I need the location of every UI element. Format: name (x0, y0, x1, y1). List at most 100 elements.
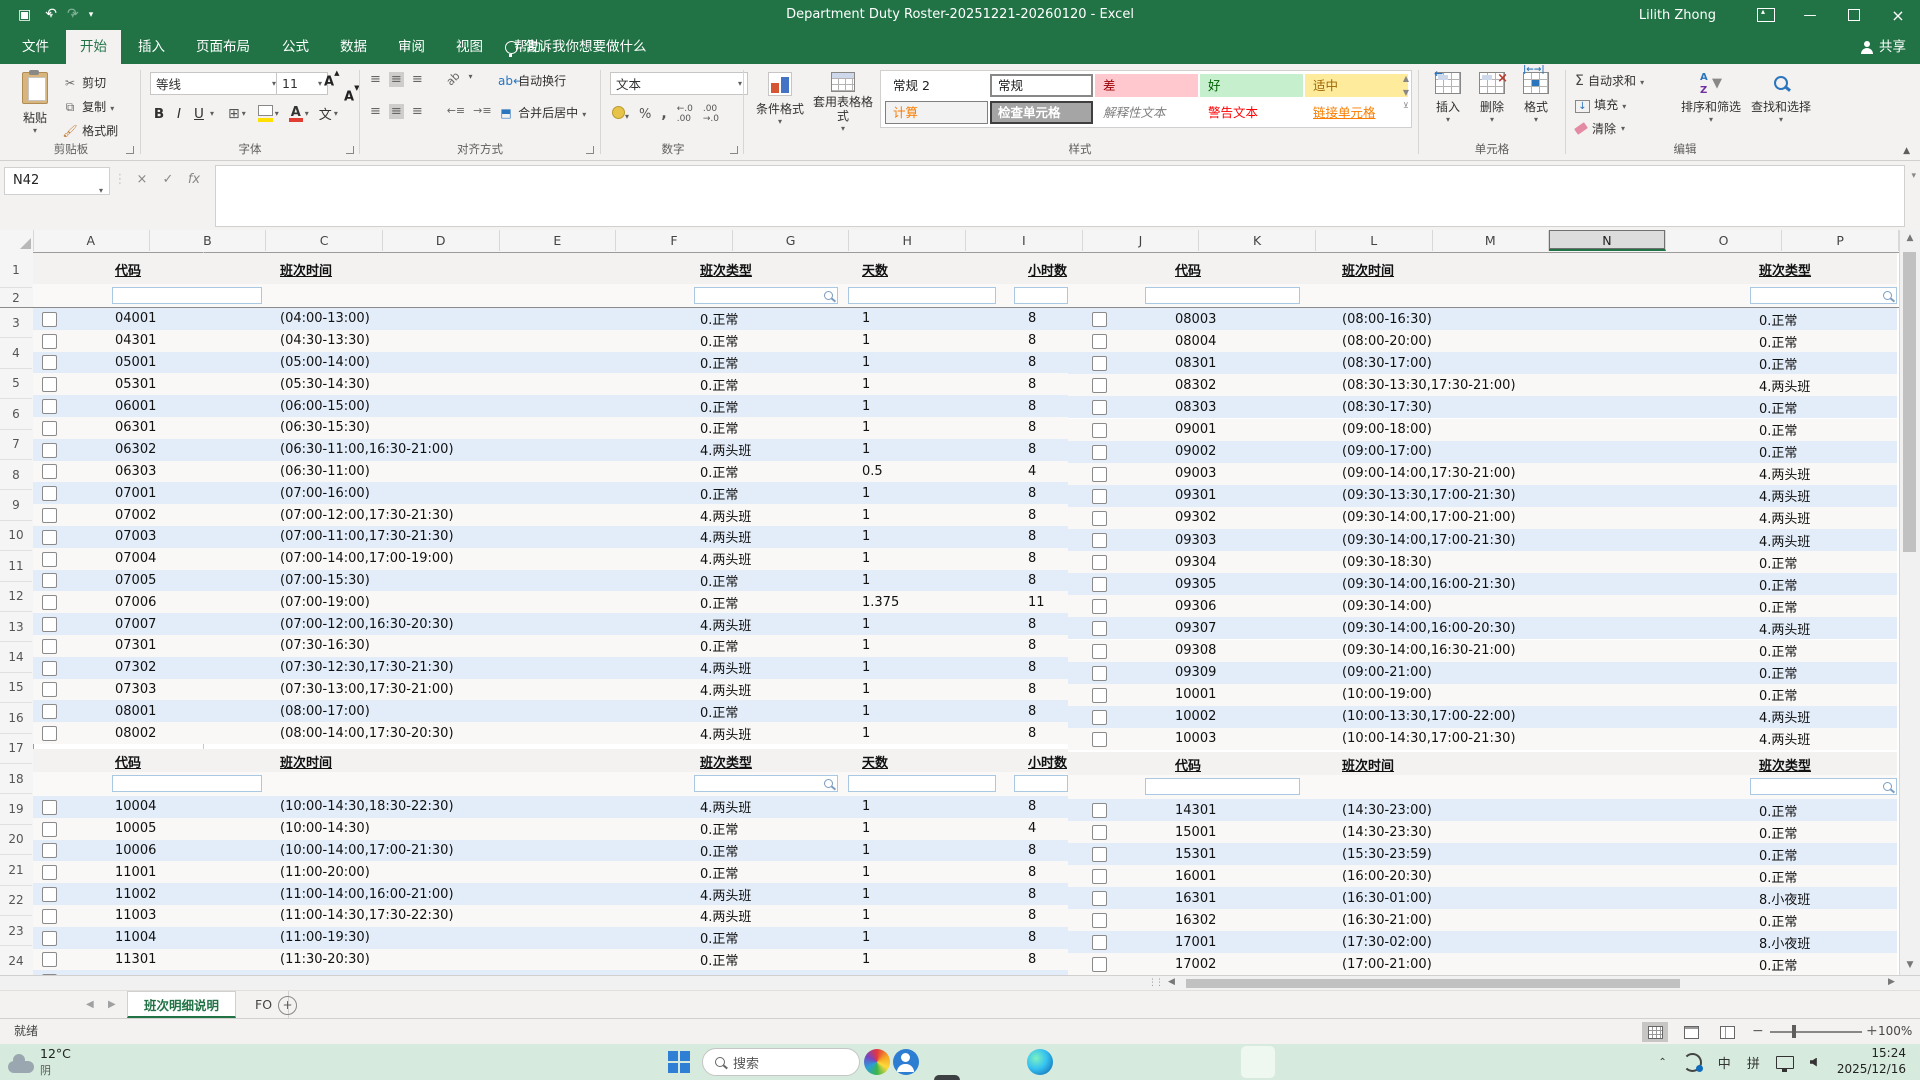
row-header-4[interactable]: 4 (0, 338, 32, 368)
row-checkbox[interactable] (42, 865, 57, 880)
row-header-22[interactable]: 22 (0, 886, 32, 916)
font-size-combo[interactable]: 11▾ (276, 72, 328, 95)
weather-widget[interactable]: 12°C阴 (8, 1046, 71, 1080)
row-header-13[interactable]: 13 (0, 612, 32, 642)
row-checkbox[interactable] (1092, 577, 1107, 592)
share-button[interactable]: 共享 (1861, 30, 1906, 64)
row-checkbox[interactable] (1092, 732, 1107, 747)
underline-button[interactable]: U (190, 106, 208, 122)
row-checkbox[interactable] (42, 843, 57, 858)
style-好[interactable]: 好 (1200, 74, 1303, 97)
row-checkbox[interactable] (1092, 467, 1107, 482)
bold-button[interactable]: B (150, 106, 168, 122)
user-name[interactable]: Lilith Zhong (1639, 8, 1716, 23)
row-header-19[interactable]: 19 (0, 794, 32, 824)
clear-button[interactable]: 清除 ▾ (1575, 120, 1625, 137)
decrease-indent-icon[interactable]: ←≡ (447, 104, 465, 119)
align-bottom-icon[interactable]: ≡ (412, 72, 423, 87)
row-header-11[interactable]: 11 (0, 551, 32, 581)
row-checkbox[interactable] (42, 355, 57, 370)
cancel-entry-button[interactable]: × (130, 167, 154, 193)
row-header-9[interactable]: 9 (0, 490, 32, 520)
network-display-icon[interactable] (1776, 1056, 1794, 1069)
filter-search-icon[interactable] (1883, 291, 1892, 300)
hidden-icons-chevron[interactable]: ⌃ (1658, 1057, 1666, 1068)
row-checkbox[interactable] (42, 726, 57, 741)
column-header-K[interactable]: K (1199, 230, 1316, 251)
column-header-L[interactable]: L (1316, 230, 1433, 251)
style-计算[interactable]: 计算 (885, 101, 988, 124)
column-header-E[interactable]: E (500, 230, 617, 251)
tab-split-handle[interactable]: ⋮⋮ (1148, 978, 1162, 988)
row-checkbox[interactable] (1092, 869, 1107, 884)
style-适中[interactable]: 适中 (1305, 74, 1408, 97)
row-checkbox[interactable] (42, 952, 57, 967)
ribbon-tab-数据[interactable]: 数据 (326, 30, 381, 64)
filter-input[interactable] (694, 287, 838, 304)
row-header-16[interactable]: 16 (0, 703, 32, 733)
ribbon-tab-视图[interactable]: 视图 (442, 30, 497, 64)
filter-input[interactable] (112, 775, 262, 792)
row-checkbox[interactable] (42, 800, 57, 815)
increase-indent-icon[interactable]: →≡ (473, 104, 491, 119)
row-checkbox[interactable] (1092, 489, 1107, 504)
column-header-C[interactable]: C (266, 230, 383, 251)
filter-input[interactable] (1145, 287, 1300, 304)
orientation-icon[interactable]: ab (443, 69, 463, 89)
row-checkbox[interactable] (1092, 378, 1107, 393)
column-header-P[interactable]: P (1782, 230, 1899, 251)
filter-input[interactable] (1750, 778, 1897, 795)
row-checkbox[interactable] (42, 464, 57, 479)
align-top-icon[interactable]: ≡ (370, 72, 381, 87)
formula-input[interactable] (215, 165, 1905, 227)
filter-input[interactable] (848, 775, 996, 792)
insert-function-button[interactable]: fx (182, 167, 206, 193)
zoom-out-button[interactable]: − (1752, 1019, 1764, 1044)
increase-decimal-icon[interactable]: ←.0.00 (677, 104, 693, 124)
row-header-20[interactable]: 20 (0, 825, 32, 855)
row-checkbox[interactable] (42, 595, 57, 610)
row-checkbox[interactable] (42, 617, 57, 632)
conditional-formatting-button[interactable]: 条件格式 ▾ (752, 72, 808, 126)
scroll-down-arrow[interactable]: ▼ (1900, 957, 1920, 974)
zoom-slider-thumb[interactable] (1792, 1025, 1796, 1038)
volume-icon[interactable] (1810, 1058, 1817, 1067)
filter-input[interactable] (1145, 778, 1300, 795)
ribbon-tab-页面布局[interactable]: 页面布局 (182, 30, 264, 64)
sheet-tab-班次明细说明[interactable]: 班次明细说明 (127, 991, 236, 1018)
row-checkbox[interactable] (42, 334, 57, 349)
percent-icon[interactable]: % (639, 107, 651, 122)
row-checkbox[interactable] (42, 704, 57, 719)
row-checkbox[interactable] (1092, 891, 1107, 906)
filter-input[interactable] (112, 287, 262, 304)
row-header-12[interactable]: 12 (0, 582, 32, 612)
ribbon-tab-审阅[interactable]: 审阅 (384, 30, 439, 64)
row-checkbox[interactable] (1092, 825, 1107, 840)
format-as-table-button[interactable]: 套用表格格式 ▾ (812, 72, 874, 133)
row-checkbox[interactable] (1092, 935, 1107, 950)
row-checkbox[interactable] (42, 822, 57, 837)
paste-button[interactable]: 粘贴 ▾ (12, 72, 58, 135)
row-checkbox[interactable] (42, 486, 57, 501)
normal-view-button[interactable] (1642, 1022, 1668, 1042)
column-header-O[interactable]: O (1666, 230, 1783, 251)
filter-search-icon[interactable] (824, 779, 833, 788)
column-header-M[interactable]: M (1433, 230, 1550, 251)
row-checkbox[interactable] (1092, 356, 1107, 371)
style-常规 2[interactable]: 常规 2 (885, 74, 988, 97)
filter-search-icon[interactable] (824, 291, 833, 300)
ribbon-display-options-button[interactable] (1744, 0, 1788, 30)
row-checkbox[interactable] (1092, 533, 1107, 548)
row-header-6[interactable]: 6 (0, 399, 32, 429)
font-color-button[interactable]: A (289, 105, 303, 122)
style-差[interactable]: 差 (1095, 74, 1198, 97)
clipboard-dialog-launcher[interactable] (126, 146, 134, 154)
filter-search-icon[interactable] (1883, 782, 1892, 791)
row-checkbox[interactable] (42, 639, 57, 654)
column-header-N[interactable]: N (1549, 230, 1666, 251)
vertical-scrollbar[interactable]: ▲ ▼ (1899, 230, 1920, 975)
ribbon-tab-文件[interactable]: 文件 (8, 30, 63, 64)
number-dialog-launcher[interactable] (730, 146, 738, 154)
ime-mode-icon[interactable]: 拼 (1747, 1053, 1760, 1072)
column-header-H[interactable]: H (849, 230, 966, 251)
